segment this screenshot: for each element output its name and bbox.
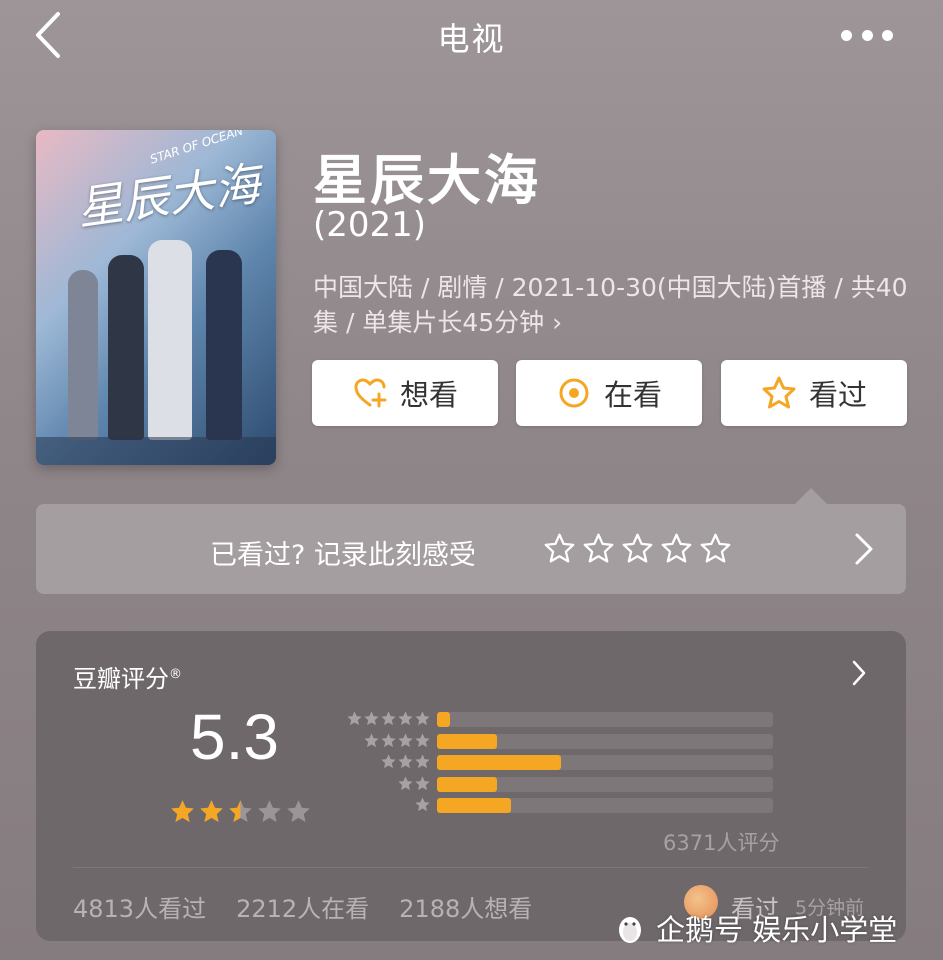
distribution-bar-fill [437,776,498,792]
distribution-row [341,775,781,792]
watched-count: 4813人看过 [73,895,207,923]
distribution-bar-track [437,733,773,749]
star-small-icon [415,797,430,812]
star-small-icon [381,732,396,747]
page-title: 电视 [437,20,506,58]
rating-input-stars[interactable] [543,532,732,565]
distribution-row [341,732,781,749]
star-small-icon [364,732,379,747]
star-empty-icon [287,800,310,822]
distribution-bar-fill [437,755,562,770]
distribution-bar-fill [437,712,451,727]
star-small-icon [381,711,396,726]
star-small-icon [415,711,430,726]
star-outline-icon [762,376,796,409]
movie-meta[interactable]: 中国大陆 / 剧情 / 2021-10-30(中国大陆)首播 / 共40集 / … [313,270,913,340]
star-small-icon [398,711,413,726]
distribution-row [341,753,781,770]
record-feeling-row[interactable]: 已看过? 记录此刻感受 [36,504,906,594]
score-stars [169,798,312,825]
star-filled-icon [171,800,194,822]
star-small-icon [398,732,413,747]
want-to-watch-button[interactable]: 想看 [312,360,498,426]
star-small-icon [381,754,396,769]
star-outline-icon[interactable] [582,532,615,565]
watching-button[interactable]: 在看 [516,360,702,426]
watermark: 企鹅号 娱乐小学堂 [612,907,897,949]
rating-score: 5.3 [190,701,279,773]
pointer-tip [795,488,827,504]
poster-logo: 星辰大海 [73,156,264,236]
chevron-right-icon[interactable] [854,532,874,566]
distribution-bar-track [437,755,773,770]
rating-title: 豆瓣评分® [73,665,182,693]
star-small-icon [398,754,413,769]
movie-title: 星辰大海 [313,149,541,212]
rating-count: 6371人评分 [663,831,780,855]
distribution-bar-fill [437,733,498,749]
distribution-stars [397,775,431,792]
want-count: 2188人想看 [399,895,533,923]
douban-rating-card[interactable]: 豆瓣评分® 5.3 6371人评分 4813人看过 2212人在看 2188人想… [36,631,906,941]
heart-plus-icon [354,378,387,408]
star-small-icon [347,711,362,726]
want-to-watch-label: 想看 [399,378,458,412]
chevron-right-icon[interactable] [852,660,866,686]
watching-label: 在看 [603,378,662,412]
watched-button[interactable]: 看过 [721,360,907,426]
star-outline-icon[interactable] [660,532,693,565]
star-outline-icon[interactable] [699,532,732,565]
star-small-icon [415,775,430,790]
watermark-text: 企鹅号 娱乐小学堂 [656,913,898,947]
star-small-icon [415,732,430,747]
star-outline-icon[interactable] [543,532,576,565]
watched-label: 看过 [808,378,867,412]
distribution-row [341,710,781,727]
distribution-bar-track [437,798,773,813]
distribution-stars [363,732,431,749]
star-small-icon [398,775,413,790]
star-half-icon [229,800,252,822]
star-small-icon [415,754,430,769]
distribution-bar-track [437,776,773,792]
star-filled-icon [200,800,223,822]
poster-image[interactable]: STAR OF OCEAN 星辰大海 [36,130,276,465]
target-icon [559,378,589,408]
divider [73,867,869,868]
distribution-stars [346,710,431,727]
distribution-bar-fill [437,798,511,813]
watching-count: 2212人在看 [236,895,370,923]
record-prompt: 已看过? 记录此刻感受 [210,540,476,571]
distribution-stars [414,796,431,813]
watch-stats: 4813人看过 2212人在看 2188人想看 [73,889,532,924]
distribution-bar-track [437,712,773,727]
star-small-icon [364,711,379,726]
distribution-stars [380,753,431,770]
distribution-row [341,796,781,813]
star-outline-icon[interactable] [621,532,654,565]
more-options-icon[interactable] [841,30,893,42]
penguin-icon [619,917,641,943]
star-empty-icon [258,800,281,822]
movie-year: (2021) [313,205,427,245]
